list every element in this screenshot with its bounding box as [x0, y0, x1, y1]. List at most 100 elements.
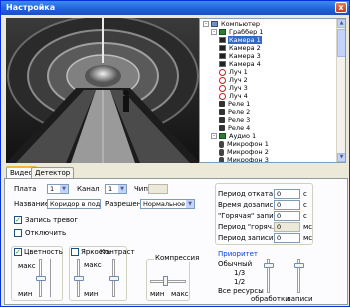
tree-node[interactable]: - Аудио 1 [211, 132, 257, 140]
tree-node[interactable]: - Компьютер [203, 20, 261, 28]
tree-node-label: Луч 2 [229, 76, 248, 84]
timing-label: Период "горяч." [218, 223, 278, 231]
relay-icon [219, 101, 225, 107]
title-bar[interactable]: Настройка x [1, 1, 349, 15]
scroll-up-icon[interactable]: ▲ [337, 19, 345, 28]
color-min-label: мин [18, 290, 33, 298]
color-max-label: макс [18, 262, 36, 270]
alarm-record-checkbox[interactable]: ✓ [14, 216, 22, 224]
tree-node[interactable]: Микрофон 1 [219, 140, 270, 148]
compression-slider-thumb[interactable] [163, 276, 168, 286]
tree-node[interactable]: Реле 3 [219, 116, 251, 124]
tree-node[interactable]: Камера 3 [219, 52, 262, 60]
timing-input[interactable]: 0 [274, 233, 300, 243]
tree-node[interactable]: Реле 1 [219, 100, 251, 108]
scroll-down-icon[interactable]: ▼ [337, 153, 345, 162]
sensor-ray-icon [219, 92, 226, 100]
contrast-slider-thumb[interactable] [109, 276, 119, 281]
brightness-slider-thumb[interactable] [74, 276, 84, 281]
tree-node[interactable]: Луч 1 [219, 68, 249, 76]
disable-checkbox[interactable] [14, 229, 22, 237]
brightness-max-label: макс [84, 261, 102, 269]
tree-scrollbar[interactable]: ▲ ▼ [336, 19, 345, 162]
timing-unit: мс [303, 234, 313, 242]
video-tab-panel: Плата 1 ▼ Канал 1 ▼ Чип Название Коридор… [4, 178, 348, 305]
compression-max-label: макс [171, 290, 189, 298]
tree-node[interactable]: Реле 4 [219, 124, 251, 132]
collapse-icon[interactable]: - [203, 21, 209, 27]
tree-node-label: Микрофон 3 [227, 156, 269, 163]
camera-icon [219, 45, 226, 51]
color-checkbox[interactable]: ✓ [14, 248, 22, 256]
tree-node-label: Реле 3 [228, 116, 251, 124]
channel-select[interactable]: 1 ▼ [105, 184, 127, 194]
tree-node-label: Микрофон 2 [227, 148, 269, 156]
settings-window: Настройка x - Компьютер - Граббер 1 Каме… [0, 0, 350, 307]
tree-node[interactable]: - Граббер 1 [211, 28, 264, 36]
timing-input[interactable]: 0 [274, 189, 300, 199]
processing-priority-thumb[interactable] [264, 263, 274, 268]
tree-node-label: Аудио 1 [229, 132, 257, 140]
microphone-icon [219, 156, 224, 162]
tree-node[interactable]: Луч 4 [219, 92, 249, 100]
color-label: Цветность [24, 248, 63, 256]
grabber-board-icon [219, 29, 226, 35]
timing-label: Период записи [218, 234, 274, 242]
close-icon: x [338, 3, 344, 12]
tree-node[interactable]: Луч 2 [219, 76, 249, 84]
tree-node[interactable]: Реле 2 [219, 108, 251, 116]
timing-input[interactable]: 0 [274, 200, 300, 210]
scroll-thumb[interactable] [337, 29, 345, 57]
tree-node[interactable]: Микрофон 2 [219, 148, 270, 156]
recording-priority-thumb[interactable] [294, 263, 304, 268]
tree-node-label: Компьютер [221, 20, 260, 28]
tree-node[interactable]: Камера 2 [219, 44, 262, 52]
alarm-record-label: Запись тревог [25, 216, 79, 224]
tree-node-label: Луч 4 [229, 92, 248, 100]
resolution-select[interactable]: Нормальное ▼ [140, 199, 195, 209]
device-tree[interactable]: - Компьютер - Граббер 1 Камера 1 Камера 2 Каме… [199, 18, 346, 163]
collapse-icon[interactable]: - [211, 29, 217, 35]
timing-input[interactable]: 0 [274, 211, 300, 221]
tree-node-label: Камера 2 [229, 44, 261, 52]
camera-icon [219, 61, 226, 67]
recording-label: записи [287, 295, 313, 303]
name-input[interactable]: Коридор в подъезд [47, 199, 101, 209]
tab-detector[interactable]: Детектор [31, 167, 75, 178]
camera-preview-image [6, 18, 200, 163]
priority-option-all: Все ресурсы [218, 287, 264, 295]
contrast-label: Контраст [100, 248, 135, 256]
tree-node-label: Микрофон 1 [227, 140, 269, 148]
collapse-icon[interactable]: - [211, 133, 217, 139]
compression-slider-track[interactable] [150, 280, 186, 283]
priority-option-half: 1/2 [234, 278, 246, 286]
chevron-down-icon: ▼ [118, 185, 126, 193]
color-slider-ticks [50, 259, 53, 297]
tree-node-label: Луч 3 [229, 84, 248, 92]
brightness-checkbox[interactable] [71, 248, 79, 256]
sensor-ray-icon [219, 84, 226, 92]
microphone-icon [219, 148, 224, 156]
relay-icon [219, 117, 225, 123]
board-label: Плата [14, 185, 37, 193]
timing-label: Период отката [218, 190, 274, 198]
tree-node-label: Камера 3 [229, 52, 261, 60]
tree-node[interactable]: Микрофон 3 [219, 156, 270, 163]
brightness-min-label: мин [84, 290, 99, 298]
close-button[interactable]: x [335, 2, 347, 13]
timing-unit: мс [303, 223, 313, 231]
chip-field [148, 184, 168, 194]
tree-node-label: Камера 4 [229, 60, 261, 68]
timing-unit: с [303, 190, 307, 198]
channel-label: Канал [77, 185, 100, 193]
color-slider-thumb[interactable] [36, 276, 46, 281]
board-select[interactable]: 1 ▼ [47, 184, 69, 194]
tree-node[interactable]: Луч 3 [219, 84, 249, 92]
chevron-down-icon: ▼ [186, 200, 194, 208]
tree-node[interactable]: Камера 1 [219, 36, 262, 44]
chip-label: Чип [134, 185, 148, 193]
tree-node[interactable]: Камера 4 [219, 60, 262, 68]
tree-node-label: Луч 1 [229, 68, 248, 76]
disable-label: Отключить [25, 229, 67, 237]
tree-node-label: Реле 1 [228, 100, 251, 108]
